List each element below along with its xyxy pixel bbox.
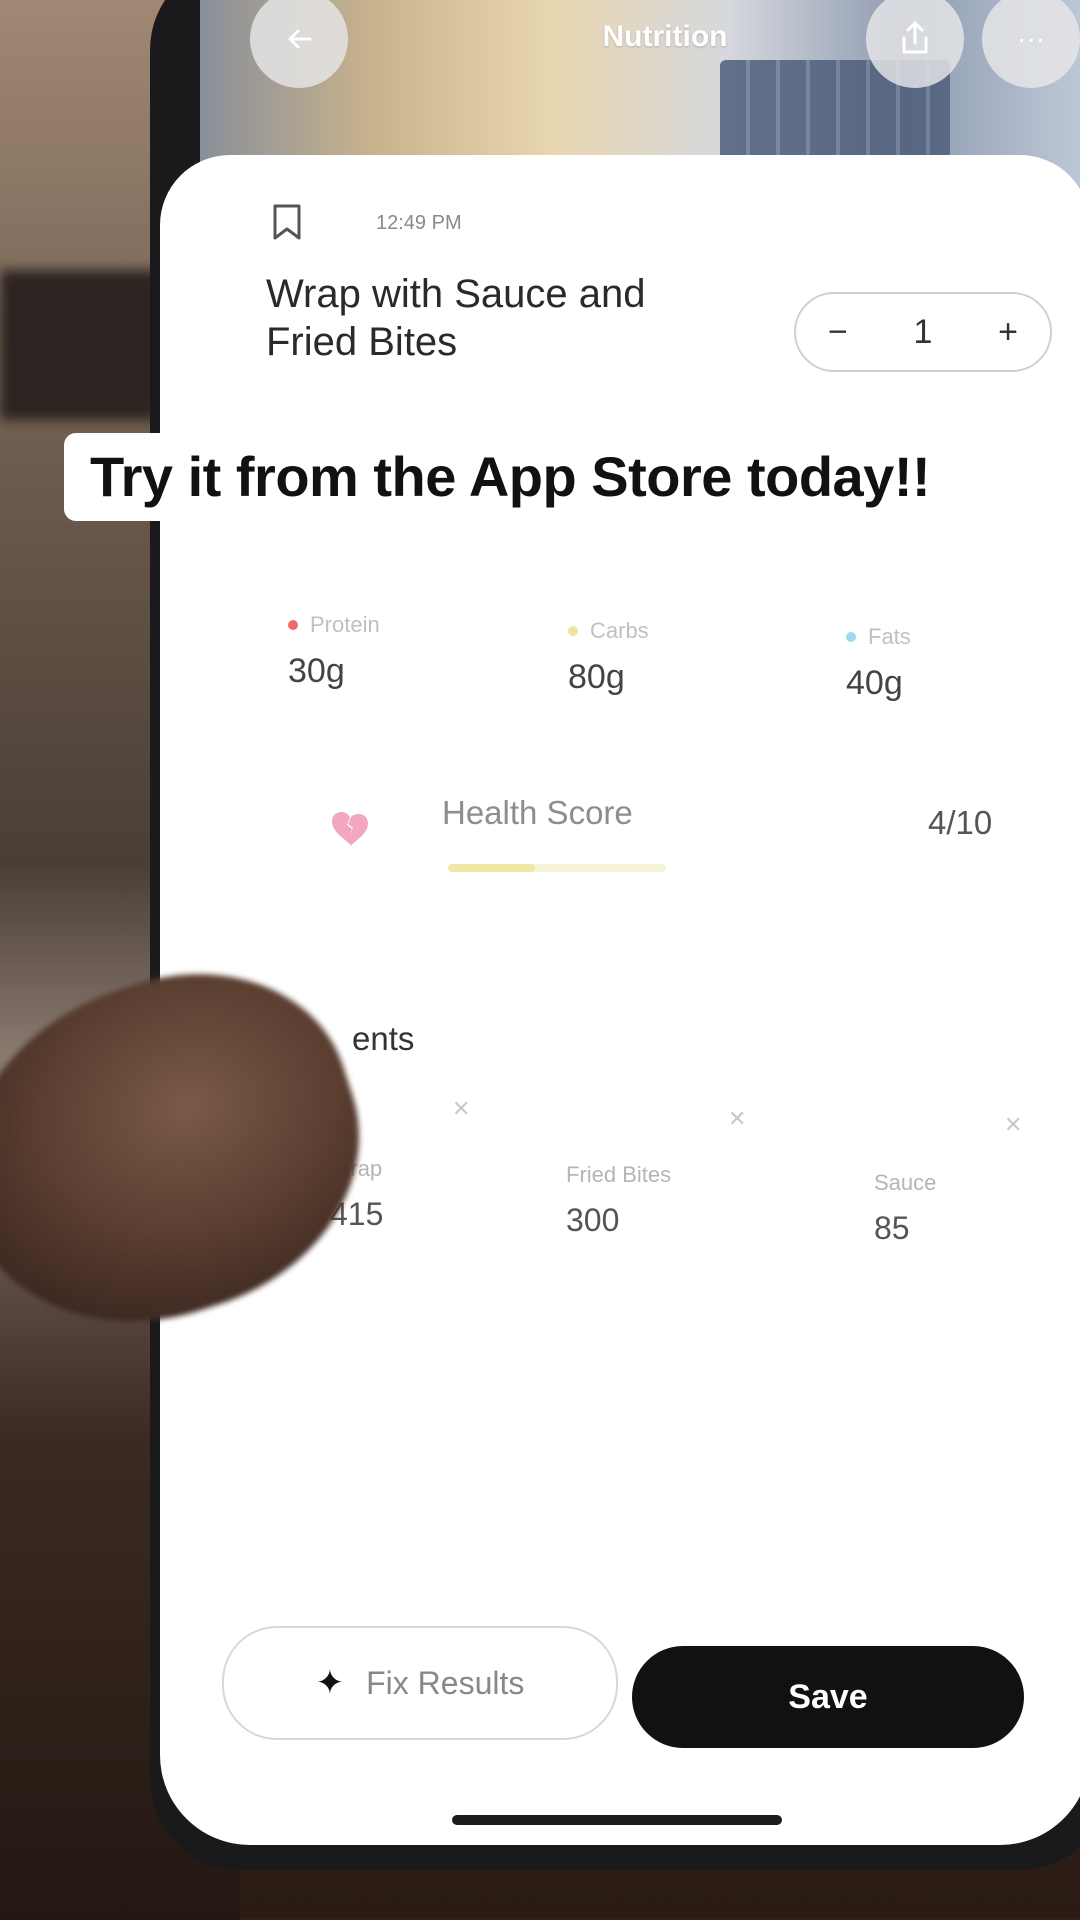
carbs-dot: [568, 626, 578, 636]
ingredient-wrap[interactable]: Wrap 415: [330, 1156, 530, 1233]
arrow-left-icon: [288, 29, 312, 49]
increment-button[interactable]: +: [998, 313, 1018, 352]
nutrition-sheet: [160, 155, 1080, 1845]
ingredient-calories: 85: [874, 1210, 910, 1246]
health-score-label: Health Score: [442, 794, 633, 831]
fats-dot: [846, 632, 856, 642]
macro-label: Protein: [310, 612, 380, 637]
ingredient-calories: 300: [566, 1202, 620, 1238]
macro-value: 80g: [568, 658, 625, 696]
health-score-value: 4/10: [928, 804, 993, 841]
fix-results-button[interactable]: ✦ Fix Results: [222, 1626, 618, 1740]
decrement-button[interactable]: −: [828, 313, 848, 352]
bookmark-icon[interactable]: [272, 204, 302, 240]
share-icon: [902, 21, 928, 54]
ingredient-name: Fried Bites: [566, 1162, 672, 1187]
macro-value: 40g: [846, 664, 903, 702]
save-button[interactable]: Save: [632, 1646, 1024, 1748]
macro-label: Fats: [868, 624, 911, 649]
servings-stepper: − 1 +: [794, 292, 1052, 372]
more-icon: ···: [1017, 23, 1045, 54]
food-name: Wrap with Sauce and Fried Bites: [266, 272, 646, 364]
macro-value: 30g: [288, 652, 345, 690]
macro-carbs: Carbs 80g: [568, 618, 768, 697]
ingredient-name: Sauce: [874, 1170, 937, 1195]
ingredient-calories: 415: [330, 1196, 384, 1232]
remove-fried-bites-icon[interactable]: ✕: [728, 1106, 746, 1132]
home-indicator[interactable]: [452, 1815, 782, 1825]
macro-fats: Fats 40g: [846, 624, 1046, 703]
ingredient-sauce[interactable]: Sauce 85: [874, 1170, 1074, 1247]
health-score-bar: [448, 864, 666, 872]
protein-dot: [288, 620, 298, 630]
remove-sauce-icon[interactable]: ✕: [1004, 1112, 1022, 1138]
macro-label: Carbs: [590, 618, 649, 643]
ingredients-heading: ents: [352, 1020, 415, 1057]
entry-time: 12:49 PM: [376, 212, 462, 234]
ingredient-name: Wrap: [330, 1156, 383, 1181]
remove-wrap-icon[interactable]: ✕: [452, 1096, 470, 1122]
macro-protein: Protein 30g: [288, 612, 488, 691]
servings-value: 1: [913, 312, 933, 351]
sparkle-icon: ✦: [315, 1664, 345, 1702]
health-score-fill: [448, 864, 536, 872]
broken-heart-icon: [330, 810, 370, 855]
overlay-caption: Try it from the App Store today!!: [64, 433, 1014, 521]
ingredient-fried-bites[interactable]: Fried Bites 300: [566, 1162, 766, 1239]
fix-results-label: Fix Results: [366, 1664, 525, 1701]
page-title: Nutrition: [602, 20, 728, 53]
background-object: [0, 270, 160, 420]
